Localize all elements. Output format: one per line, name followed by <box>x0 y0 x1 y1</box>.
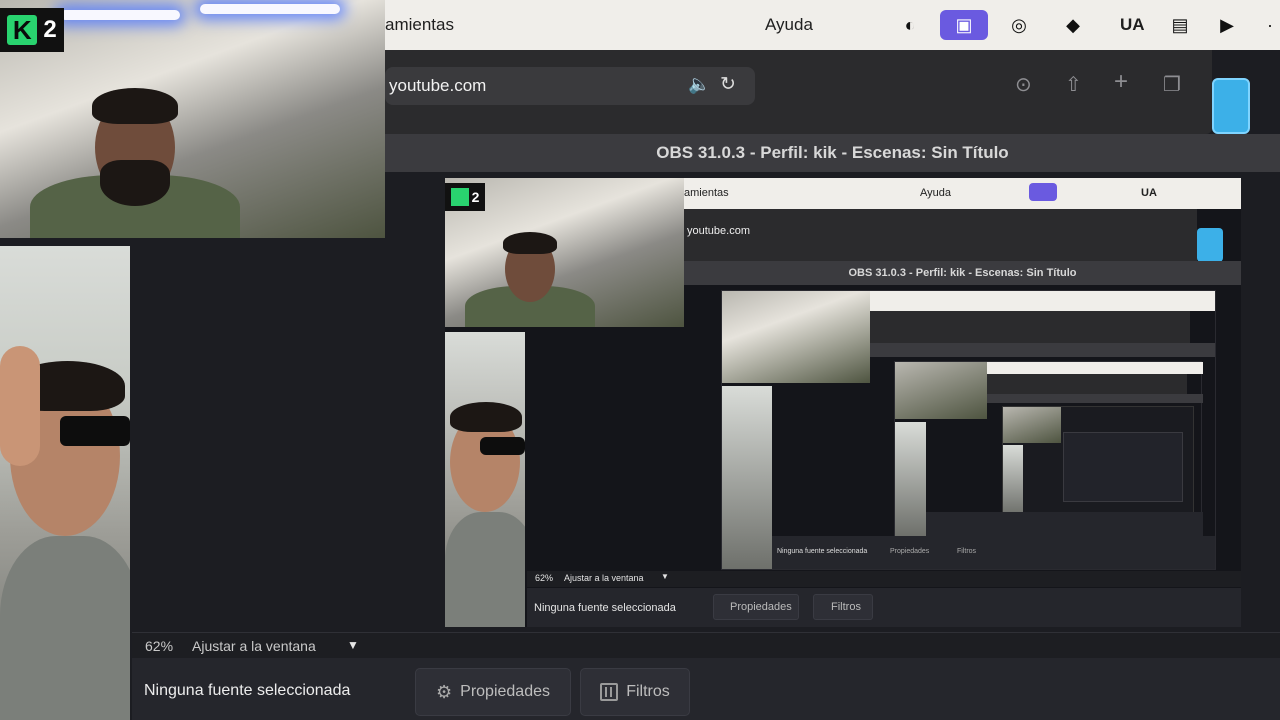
preview-nested-level3 <box>894 361 1203 537</box>
tab-overview-icon[interactable]: ❐ <box>1163 72 1181 97</box>
filter-icon <box>600 683 619 701</box>
speaker-icon[interactable]: 🔈 <box>688 74 710 95</box>
preview-fit-label: Ajustar a la ventana <box>564 573 644 583</box>
preview-no-source: Ninguna fuente seleccionada <box>534 602 676 614</box>
preview-l2-properties: Propiedades <box>890 548 930 555</box>
preview-k2-logo: 2 <box>445 183 485 211</box>
zoom-percent: 62% <box>145 638 174 654</box>
reload-icon[interactable]: ↻ <box>720 73 736 96</box>
filters-label: Filtros <box>626 683 670 700</box>
preview-properties-label: Propiedades <box>730 601 792 613</box>
diamond-logo-icon[interactable]: ◆ <box>1060 12 1086 38</box>
preview-props-bar: Ninguna fuente seleccionada Propiedades … <box>527 588 1241 627</box>
address-bar[interactable]: youtube.com 🔈 ↻ <box>385 67 755 105</box>
preview-chevron-down-icon: ▼ <box>661 572 669 581</box>
preview-menubar: amientas Ayuda UA <box>684 178 1241 209</box>
url-text: youtube.com <box>389 76 487 95</box>
safari-toolbar: youtube.com 🔈 ↻ ⊙ ⇧ + ❐ <box>385 50 1212 134</box>
no-source-label: Ninguna fuente seleccionada <box>144 682 351 699</box>
preview-screen-share-icon <box>1029 183 1057 201</box>
share-icon[interactable]: ⇧ <box>1065 72 1082 97</box>
obs-preview[interactable]: 2 amientas Ayuda UA youtube.com OBS 31.0… <box>445 178 1241 627</box>
app-extra-icon[interactable]: ▤ <box>1167 12 1193 38</box>
preview-menu-ayuda: Ayuda <box>920 187 951 199</box>
menu-ayuda[interactable]: Ayuda <box>765 15 813 35</box>
new-tab-icon[interactable]: + <box>1114 68 1128 96</box>
ceiling-light <box>200 4 340 14</box>
more-icon[interactable]: · <box>1257 12 1280 38</box>
properties-button[interactable]: ⚙ Propiedades <box>415 668 571 716</box>
preview-folder-icon <box>1197 228 1223 262</box>
preview-nested-level2: Ninguna fuente seleccionada Propiedades … <box>721 290 1216 570</box>
ceiling-light <box>60 10 180 20</box>
raised-hand <box>0 346 40 466</box>
preview-webcam-top: 2 <box>445 178 684 327</box>
menu-herramientas[interactable]: amientas <box>385 15 454 35</box>
filters-button[interactable]: Filtros <box>580 668 690 716</box>
screen-share-icon[interactable]: ▣ <box>940 10 988 40</box>
preview-safari: youtube.com <box>684 209 1197 261</box>
properties-label: Propiedades <box>460 683 550 700</box>
airplay-icon[interactable]: ◎ <box>1006 12 1032 38</box>
gear-icon: ⚙ <box>436 681 453 702</box>
preview-l2-no-source: Ninguna fuente seleccionada <box>777 548 868 555</box>
download-icon[interactable]: ⊙ <box>1015 72 1032 97</box>
preview-ua-item: UA <box>1141 187 1157 199</box>
mac-menubar: amientas Ayuda ◐ ▣ ◎ ◆ UA ▤ ▶ · <box>385 0 1280 50</box>
obs-window-title: OBS 31.0.3 - Perfil: kik - Escenas: Sin … <box>385 134 1280 172</box>
preview-filters-label: Filtros <box>831 601 861 613</box>
color-sync-icon[interactable]: ◐ <box>897 12 923 38</box>
play-circle-icon[interactable]: ▶ <box>1214 12 1240 38</box>
preview-menu-herramientas: amientas <box>684 187 729 199</box>
person-beard <box>100 160 170 206</box>
preview-l2-filters: Filtros <box>957 548 977 555</box>
person-hair <box>92 88 178 124</box>
chevron-down-icon[interactable]: ▼ <box>347 638 359 652</box>
k2-logo: K 2 <box>0 8 64 52</box>
webcam-left <box>0 246 130 720</box>
preview-url: youtube.com <box>687 225 750 237</box>
obs-source-toolbar: Ninguna fuente seleccionada ⚙ Propiedade… <box>132 658 1280 720</box>
k-letter-icon: K <box>7 15 38 45</box>
obs-zoom-bar: 62% Ajustar a la ventana ▼ <box>132 632 1280 658</box>
preview-zoom-bar: 62% Ajustar a la ventana ▼ <box>527 571 1241 587</box>
preview-obs-title: OBS 31.0.3 - Perfil: kik - Escenas: Sin … <box>684 261 1241 285</box>
person-body <box>0 536 130 720</box>
preview-zoom: 62% <box>535 573 554 583</box>
ua-menu-item[interactable]: UA <box>1120 15 1145 35</box>
preview-webcam-left <box>445 332 525 627</box>
logo-number: 2 <box>43 16 57 43</box>
folder-icon <box>1212 78 1250 134</box>
sunglasses <box>60 416 130 446</box>
fit-to-window-label[interactable]: Ajustar a la ventana <box>192 638 316 654</box>
